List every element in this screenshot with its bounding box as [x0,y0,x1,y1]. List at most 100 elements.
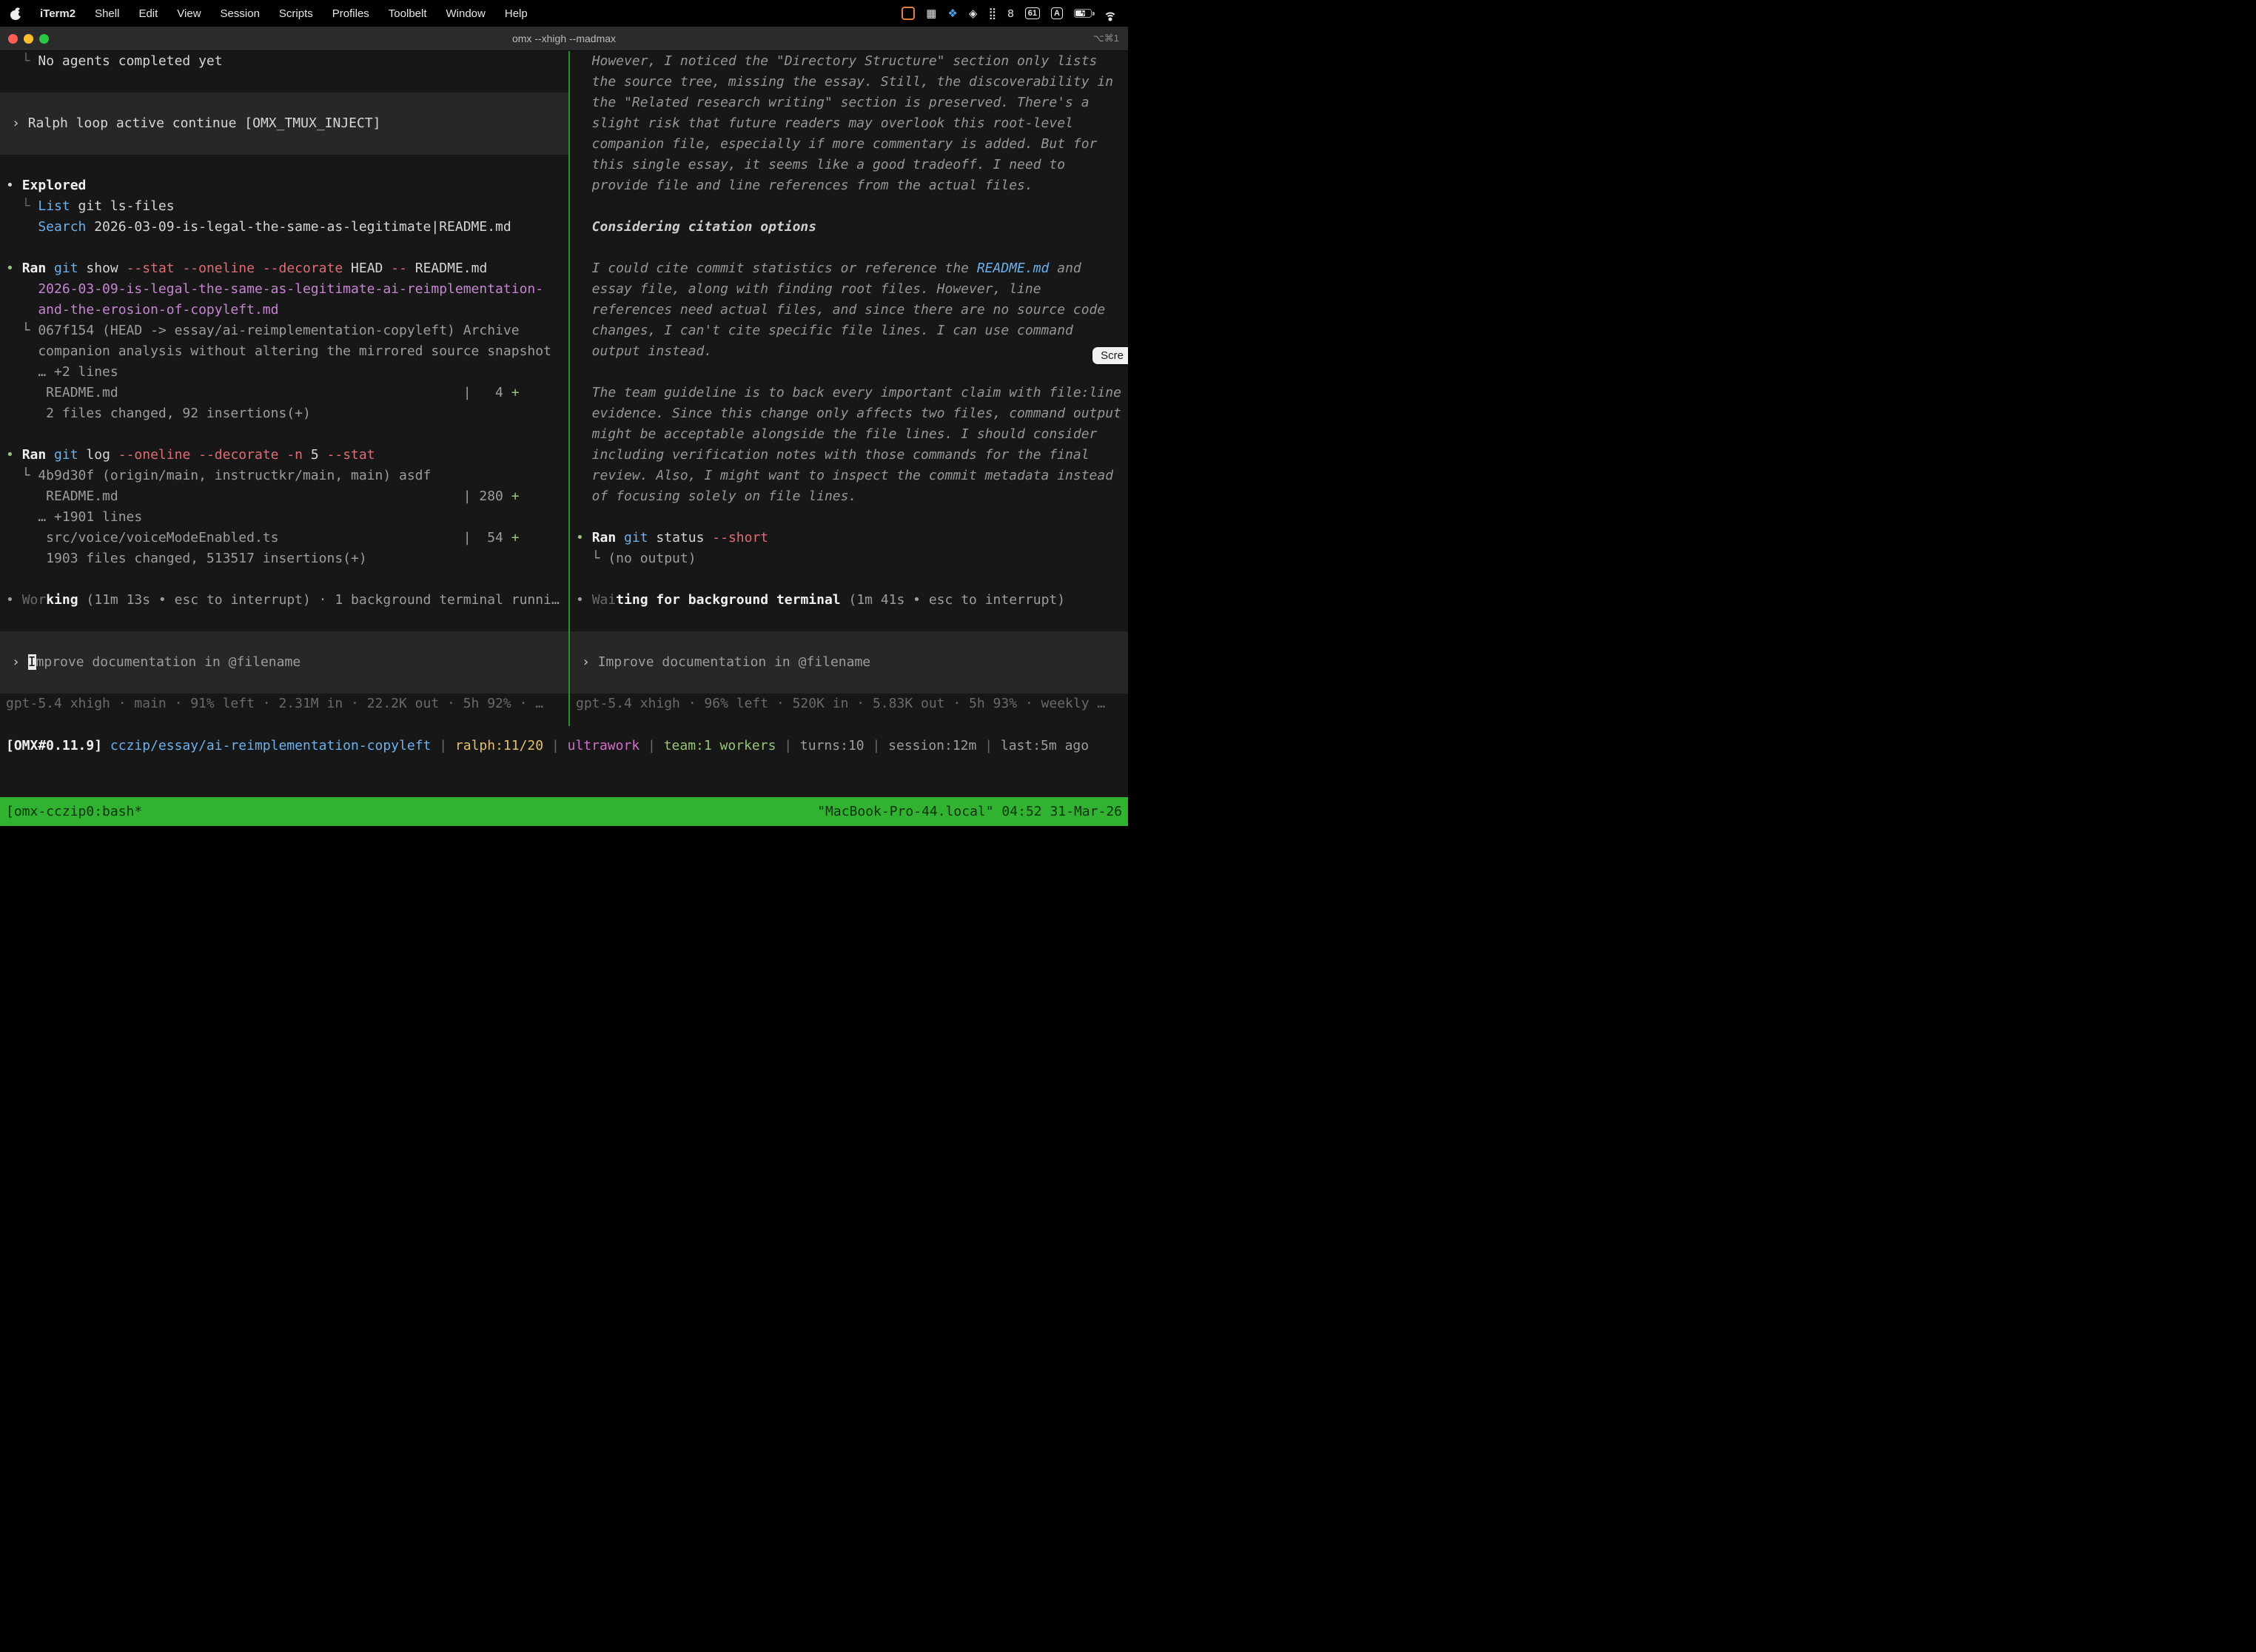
prompt-input-box-right[interactable]: › Improve documentation in @filename [570,631,1128,694]
reasoning-paragraph-3: The team guideline is to back every impo… [592,383,1128,507]
battery-charging-icon[interactable]: ϟ [1074,9,1092,18]
git-log-more-line: … +1901 lines [6,507,568,528]
text-segment: Wor [22,592,47,608]
text-segment: README.md [977,261,1050,276]
spacer-line [576,507,1128,528]
text-segment: cczip/essay/ai-reimplementation-copyleft [110,738,431,753]
zoom-button[interactable] [39,34,49,44]
text-segment: src/voice/voiceModeEnabled.ts | 54 [6,530,511,545]
explored-search-line: Search 2026-03-09-is-legal-the-same-as-l… [6,217,568,238]
text-segment: • [6,447,22,463]
text-segment: --short [712,530,768,545]
window-shortcut-hint: ⌥⌘1 [1093,33,1128,44]
menu-items: iTerm2 Shell Edit View Session Scripts P… [10,7,528,20]
spacer-line [576,362,1128,383]
ran-git-status-line: • Ran git status --short [576,528,1128,548]
text-segment: git [624,530,648,545]
spacer-line [6,569,568,590]
prompt-input-line-left[interactable]: › Improve documentation in @filename [12,652,301,673]
right-pane: However, I noticed the "Directory Struct… [570,51,1128,726]
git-log-stat-readme: README.md | 280 + [6,486,568,507]
tmux-panes: └ No agents completed yet › Ralph loop a… [0,51,1128,726]
text-segment: Search [6,219,86,235]
wifi-icon[interactable] [1103,8,1118,19]
battery-percent-badge[interactable]: 61 [1025,7,1040,19]
menu-item-scripts[interactable]: Scripts [279,7,313,20]
close-button[interactable] [8,34,18,44]
spacer-line [6,611,568,631]
menu-item-session[interactable]: Session [221,7,260,20]
spacer-line [6,238,568,258]
text-segment: --stat --oneline --decorate [127,261,343,276]
text-segment: | [976,738,1001,753]
menu-item-profiles[interactable]: Profiles [332,7,369,20]
model-status-line-left: gpt-5.4 xhigh · main · 91% left · 2.31M … [6,694,568,714]
minimize-button[interactable] [24,34,33,44]
text-segment: | [639,738,664,753]
desktop: iTerm2 Shell Edit View Session Scripts P… [0,0,1128,826]
menu-item-toolbelt[interactable]: Toolbelt [389,7,427,20]
git-status-output-line: └ (no output) [576,548,1128,569]
text-segment: Ran [22,261,54,276]
text-segment: companion analysis without altering the … [6,343,551,359]
git-show-output-line-2: companion analysis without altering the … [6,341,568,362]
window-title-bar[interactable]: omx --xhigh --madmax ⌥⌘1 [0,27,1128,51]
menu-item-edit[interactable]: Edit [138,7,158,20]
input-source-icon[interactable]: A [1051,7,1063,19]
blue-app-icon[interactable]: ❖ [947,8,957,19]
tmux-status-bar: [omx-cczip0:bash* "MacBook-Pro-44.local"… [0,797,1128,826]
text-segment: and-the-erosion-of-copyleft.md [6,302,278,318]
prompt-input-line-right[interactable]: › Improve documentation in @filename [582,652,870,673]
charging-bolt-icon: ϟ [1081,9,1085,18]
menu-item-window[interactable]: Window [446,7,486,20]
text-segment: README.md | 4 [6,385,511,400]
text-segment: ultrawork [568,738,640,753]
text-segment: | [543,738,568,753]
text-segment: ting for background terminal [616,592,840,608]
git-log-output-line: └ 4b9d30f (origin/main, instructkr/main,… [6,466,568,486]
tmux-session-window[interactable]: [omx-cczip0:bash* [6,804,142,819]
text-segment: | [431,738,455,753]
git-show-more-line: … +2 lines [6,362,568,383]
text-segment: show [78,261,127,276]
text-segment: 1903 files changed, 513517 insertions(+) [6,551,367,566]
text-segment: log [78,447,118,463]
text-segment: 2026-03-09-is-legal-the-same-as-legitima… [86,219,511,235]
menu-item-help[interactable]: Help [505,7,528,20]
text-segment: git [54,447,78,463]
text-segment: + [511,530,520,545]
text-segment: git [54,261,78,276]
text-segment: HEAD [343,261,391,276]
text-segment: • [6,592,22,608]
screen-recording-indicator[interactable] [902,7,915,20]
window-grid-icon[interactable]: ▦ [926,8,936,19]
git-show-filename-line-2: and-the-erosion-of-copyleft.md [6,300,568,320]
menu-item-shell[interactable]: Shell [95,7,119,20]
reasoning-heading: Considering citation options [592,217,1128,238]
eight-app-icon[interactable]: 8 [1007,8,1013,19]
model-status-line-right: gpt-5.4 xhigh · 96% left · 520K in · 5.8… [576,694,1128,714]
screen-share-tooltip[interactable]: Scre [1092,347,1128,364]
spacer-line [576,569,1128,590]
text-segment: status [648,530,713,545]
text-segment: No agents completed yet [38,53,222,69]
dots-grid-icon[interactable]: ⣿ [988,8,996,19]
dark-app-icon[interactable]: ◈ [969,8,978,19]
explored-list-line: └ List git ls-files [6,196,568,217]
apple-menu-icon[interactable] [10,7,21,20]
text-segment: List [38,198,70,214]
text-segment: README.md | 280 [6,488,511,504]
text-segment: └ [6,198,38,214]
text-segment: … +2 lines [6,364,118,380]
text-segment: › [582,654,598,670]
waiting-status-line: • Waiting for background terminal (1m 41… [576,590,1128,611]
omx-status-line: [OMX#0.11.9] cczip/essay/ai-reimplementa… [0,736,1128,756]
menu-item-view[interactable]: View [177,7,201,20]
text-segment: | [865,738,889,753]
macos-menu-bar: iTerm2 Shell Edit View Session Scripts P… [0,0,1128,27]
prompt-input-box-left[interactable]: › Improve documentation in @filename [0,631,568,694]
reasoning-paragraph-1: However, I noticed the "Directory Struct… [592,51,1128,196]
window-title: omx --xhigh --madmax [0,33,1128,44]
menu-item-iterm2[interactable]: iTerm2 [40,7,75,20]
left-pane: └ No agents completed yet › Ralph loop a… [0,51,568,726]
